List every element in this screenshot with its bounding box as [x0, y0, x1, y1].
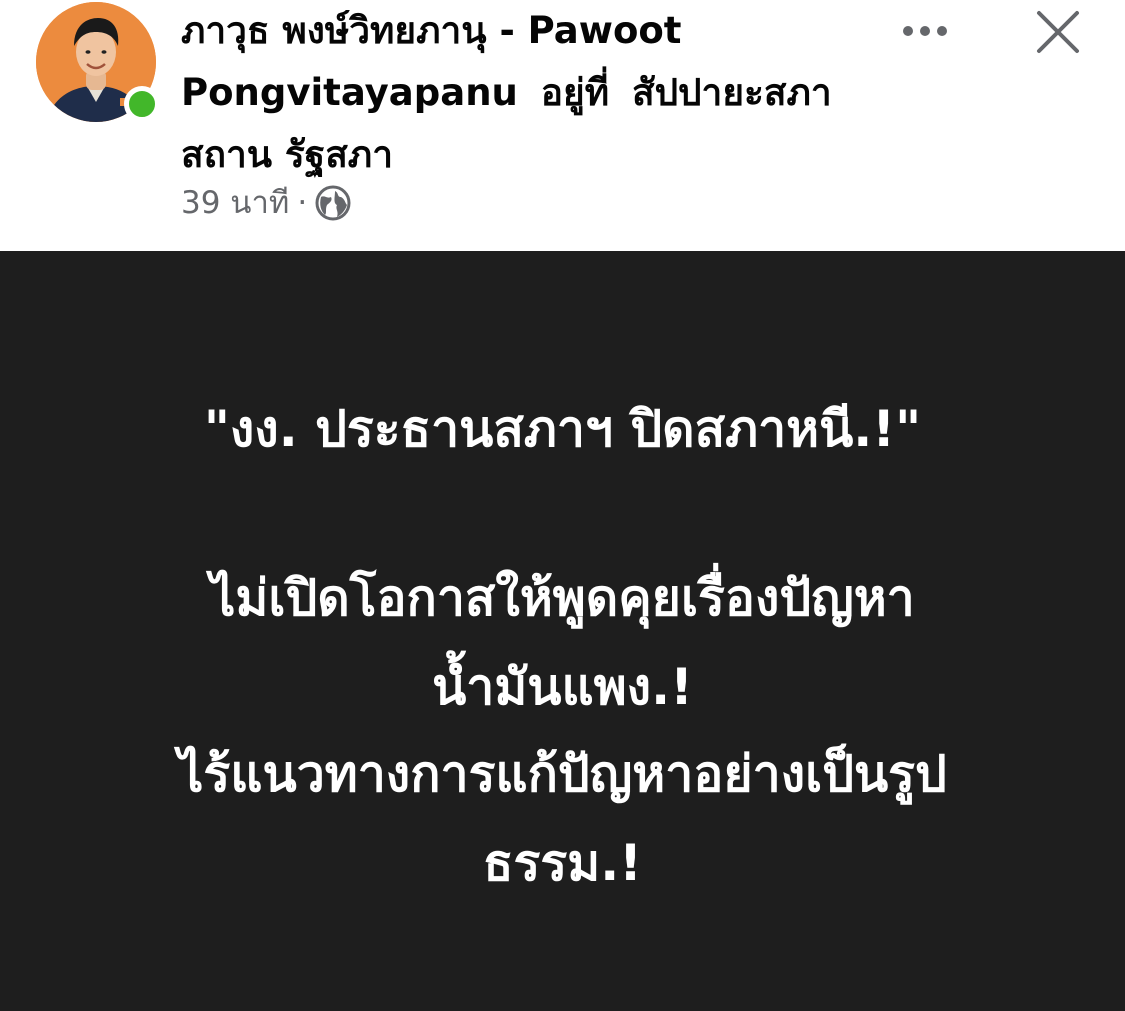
online-status-indicator	[124, 86, 160, 122]
more-horizontal-icon[interactable]	[898, 16, 958, 46]
post-timestamp[interactable]: 39 นาที	[181, 182, 289, 224]
image-text-line-4: ไร้แนวทางการแก้ปัญหาอย่างเป็นรูป	[178, 745, 947, 803]
post-meta: 39 นาที ·	[181, 182, 351, 224]
close-icon[interactable]	[1034, 8, 1082, 56]
post-image[interactable]: "งง. ประธานสภาฯ ปิดสภาหนี.!" ไม่เปิดโอกา…	[0, 251, 1125, 1011]
author-avatar[interactable]	[36, 2, 160, 122]
image-text-line-5: ธรรม.!	[483, 834, 642, 892]
globe-icon[interactable]	[315, 185, 351, 221]
image-text-line-3: น้ำมันแพง.!	[432, 658, 693, 716]
post-author-line: ภาวุธ พงษ์วิทยภานุ - Pawoot Pongvitayapa…	[181, 0, 881, 186]
image-text-line-2: ไม่เปิดโอกาสให้พูดคุยเรื่องปัญหา	[210, 569, 915, 627]
at-word: อยู่ที่	[540, 71, 610, 114]
image-text-line-1: "งง. ประธานสภาฯ ปิดสภาหนี.!"	[203, 400, 922, 458]
meta-separator: ·	[297, 185, 308, 221]
post-header: ภาวุธ พงษ์วิทยภานุ - Pawoot Pongvitayapa…	[0, 0, 1125, 251]
